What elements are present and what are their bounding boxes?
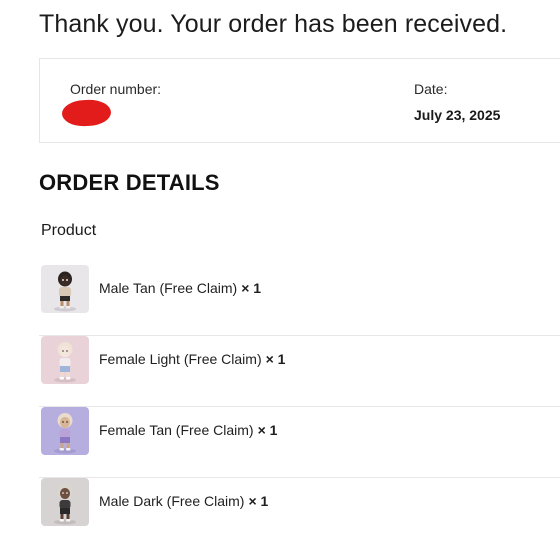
order-item-text: Female Light (Free Claim) × 1: [99, 351, 285, 367]
avatar-figure-icon: [41, 407, 89, 455]
order-overview: Order number: Date: July 23, 2025: [39, 58, 560, 143]
order-number-label: Order number:: [70, 81, 162, 97]
product-thumbnail[interactable]: [41, 478, 89, 526]
item-name: Male Dark (Free Claim): [99, 493, 245, 509]
order-number-redaction: [61, 99, 112, 127]
order-item-row: Female Light (Free Claim) × 1: [39, 336, 560, 407]
product-thumbnail[interactable]: [41, 336, 89, 384]
item-name: Male Tan (Free Claim): [99, 280, 238, 296]
order-details-heading: ORDER DETAILS: [39, 170, 220, 195]
date-label: Date:: [414, 81, 448, 97]
order-item-text: Male Tan (Free Claim) × 1: [99, 280, 261, 296]
item-name: Female Light (Free Claim): [99, 351, 262, 367]
product-thumbnail[interactable]: [41, 407, 89, 455]
order-item-text: Male Dark (Free Claim) × 1: [99, 493, 268, 509]
page-title: Thank you. Your order has been received.: [39, 10, 508, 38]
item-quantity: × 1: [241, 280, 262, 296]
avatar-figure-icon: [41, 336, 89, 384]
date-value: July 23, 2025: [414, 107, 501, 123]
item-name: Female Tan (Free Claim): [99, 422, 254, 438]
item-quantity: × 1: [248, 493, 269, 509]
avatar-figure-icon: [41, 265, 89, 313]
order-item-text: Female Tan (Free Claim) × 1: [99, 422, 277, 438]
item-quantity: × 1: [265, 351, 286, 367]
order-item-row: Male Dark (Free Claim) × 1: [39, 478, 560, 549]
order-item-row: Female Tan (Free Claim) × 1: [39, 407, 560, 478]
product-thumbnail[interactable]: [41, 265, 89, 313]
item-quantity: × 1: [257, 422, 278, 438]
avatar-figure-icon: [41, 478, 89, 526]
product-column-header: Product: [41, 222, 97, 239]
order-item-row: Male Tan (Free Claim) × 1: [39, 265, 560, 336]
